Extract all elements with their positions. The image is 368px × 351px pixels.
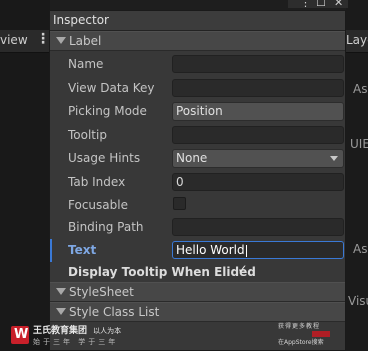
row-picking-mode: Picking Mode Position [50, 100, 345, 123]
field-label: Name [68, 57, 104, 71]
foldout-title: Label [69, 34, 102, 48]
left-panel-menu-icon[interactable]: ⋮ [36, 31, 50, 47]
field-label: Display Tooltip When Elided [68, 265, 256, 279]
field-label: Binding Path [68, 220, 144, 234]
tab-index-field[interactable]: 0 [172, 173, 344, 191]
style-class-list-foldout[interactable]: Style Class List [50, 302, 345, 322]
left-tab-label[interactable]: view [0, 33, 28, 47]
row-tab-index: Tab Index 0 [50, 171, 345, 194]
focusable-checkbox[interactable] [173, 197, 186, 210]
inspector-window: Inspector Label Name View Data Key Picki… [49, 10, 346, 351]
field-label: View Data Key [68, 81, 155, 95]
stylesheet-foldout[interactable]: StyleSheet [50, 282, 345, 302]
row-focusable: Focusable [50, 194, 345, 217]
close-icon[interactable]: ✕ [334, 0, 343, 9]
watermark-subtitle: 始于三年 学于三年 [33, 338, 119, 346]
watermark-logo-glyph: W [14, 327, 29, 342]
text-cursor [245, 244, 247, 257]
watermark-suffix: 以人为本 [93, 327, 122, 335]
watermark-name: 王氏教育集团 以人为本 [33, 323, 121, 336]
field-label: Tooltip [68, 128, 107, 142]
field-label: Tab Index [68, 175, 126, 189]
row-view-data-key: View Data Key [50, 77, 345, 100]
field-label: Picking Mode [68, 104, 147, 118]
inspector-title-bar[interactable]: Inspector [50, 11, 345, 31]
foldout-expanded-icon [56, 288, 66, 295]
watermark-name-text: 王氏教育集团 [33, 326, 88, 336]
row-text: Text Hello World [50, 239, 345, 262]
row-usage-hints: Usage Hints None [50, 147, 345, 170]
foldout-title: StyleSheet [69, 285, 134, 299]
name-field[interactable] [172, 55, 344, 73]
inspector-title: Inspector [53, 13, 109, 27]
chevron-down-icon [330, 156, 338, 161]
watermark-right-line1: 获得更多教程 [278, 323, 321, 330]
dropdown-value: Position [176, 104, 223, 118]
text-field-value: Hello World [176, 243, 245, 257]
right-panel-label: As [353, 242, 368, 256]
field-label: Usage Hints [68, 151, 141, 165]
foldout-expanded-icon [56, 37, 66, 44]
tooltip-field[interactable] [172, 126, 344, 144]
watermark-right-line2: 在AppStore搜索 [278, 339, 324, 346]
row-display-tooltip: Display Tooltip When Elided ✓ [50, 261, 345, 284]
field-label: Text [68, 243, 97, 257]
watermark-logo: W [11, 326, 29, 344]
right-panel-label: As [353, 82, 368, 96]
binding-path-field[interactable] [172, 218, 344, 236]
field-label: Focusable [68, 198, 128, 212]
label-foldout[interactable]: Label [50, 31, 345, 51]
usage-hints-dropdown[interactable]: None [172, 149, 344, 168]
row-tooltip: Tooltip [50, 124, 345, 147]
row-binding-path: Binding Path [50, 216, 345, 239]
picking-mode-dropdown[interactable]: Position [172, 102, 344, 121]
maximize-icon[interactable]: ☐ [316, 0, 326, 9]
row-name: Name [50, 53, 345, 76]
right-panel-label: Visu [348, 294, 368, 308]
foldout-expanded-icon [56, 308, 66, 315]
right-panel-label: UIE [350, 137, 368, 151]
text-field[interactable]: Hello World [172, 241, 344, 259]
view-data-key-field[interactable] [172, 79, 344, 97]
display-tooltip-checkbox[interactable]: ✓ [236, 263, 249, 276]
dropdown-value: None [176, 151, 208, 165]
foldout-title: Style Class List [69, 305, 160, 319]
right-tab-label[interactable]: Laye [346, 33, 368, 47]
window-menu-icon[interactable]: ⋮ [300, 0, 311, 9]
